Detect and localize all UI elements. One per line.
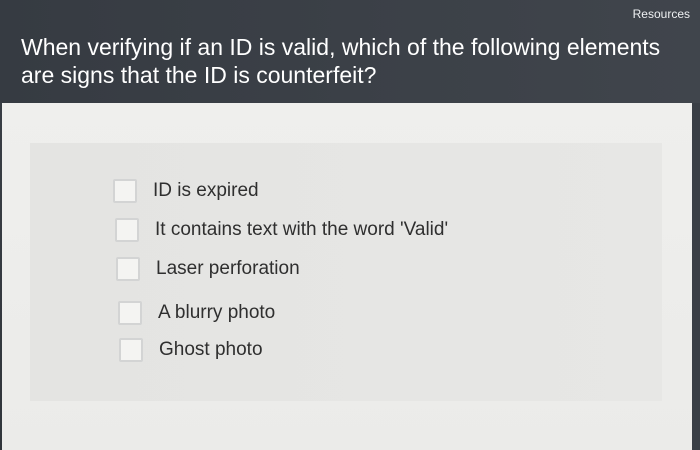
option-checkbox[interactable] <box>119 338 143 362</box>
option-checkbox[interactable] <box>113 179 137 203</box>
option-label: A blurry photo <box>158 302 276 323</box>
option-label: Laser perforation <box>156 258 300 279</box>
option-id-is-expired[interactable]: ID is expired <box>113 179 259 203</box>
answer-area <box>2 103 692 450</box>
option-blurry-photo[interactable]: A blurry photo <box>118 301 275 325</box>
quiz-screen: Resources When verifying if an ID is val… <box>0 0 700 450</box>
option-label: ID is expired <box>153 180 259 201</box>
option-laser-perforation[interactable]: Laser perforation <box>116 257 300 281</box>
option-contains-valid-text[interactable]: It contains text with the word 'Valid' <box>115 218 448 242</box>
question-text: When verifying if an ID is valid, which … <box>21 34 661 88</box>
option-checkbox[interactable] <box>118 301 142 325</box>
option-label: It contains text with the word 'Valid' <box>155 219 449 240</box>
option-checkbox[interactable] <box>116 257 140 281</box>
resources-link[interactable]: Resources <box>633 7 690 21</box>
option-label: Ghost photo <box>159 339 263 360</box>
option-checkbox[interactable] <box>115 218 139 242</box>
right-border <box>692 103 700 450</box>
option-ghost-photo[interactable]: Ghost photo <box>119 338 263 362</box>
question-header: Resources When verifying if an ID is val… <box>0 0 700 103</box>
